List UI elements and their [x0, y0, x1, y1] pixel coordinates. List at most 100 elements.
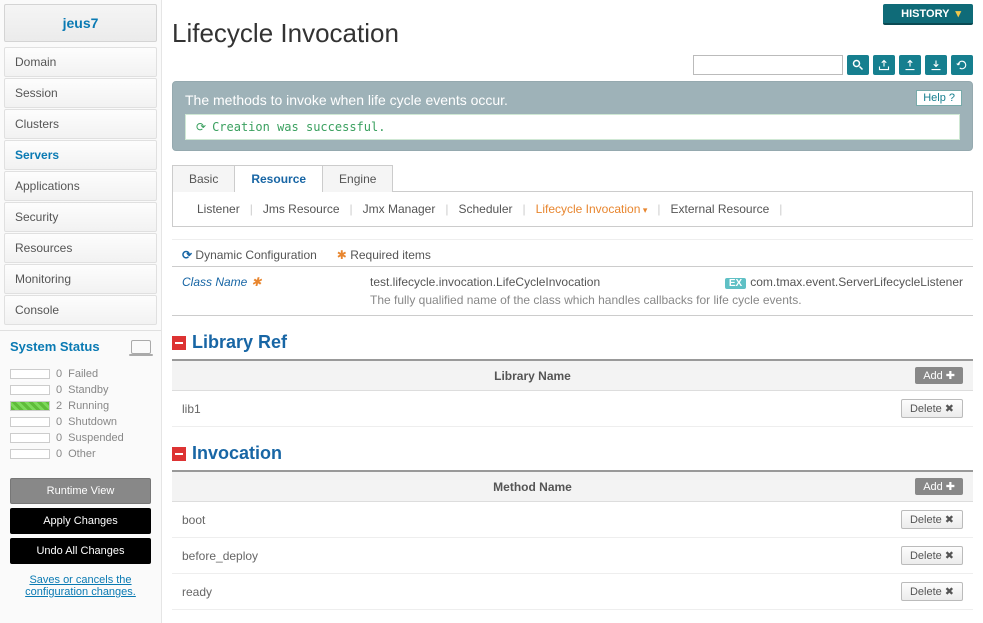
class-name-field: Class Name ✱ test.lifecycle.invocation.L… [172, 266, 973, 316]
library-ref-table-head: Library Name Add ✚ [172, 361, 973, 391]
help-icon: ? [949, 92, 955, 104]
method-name-cell[interactable]: before_deploy [182, 549, 883, 563]
delete-button[interactable]: Delete ✖ [901, 546, 963, 565]
status-row-failed: 0Failed [10, 366, 151, 382]
library-ref-title: Library Ref [192, 332, 287, 353]
status-list: 0Failed0Standby2Running0Shutdown0Suspend… [0, 362, 161, 472]
history-button[interactable]: HISTORY ▾ [883, 4, 973, 25]
delete-button[interactable]: Delete ✖ [901, 582, 963, 601]
system-status-title: System Status [10, 339, 100, 354]
table-row: ready Delete ✖ [172, 574, 973, 610]
apply-changes-button[interactable]: Apply Changes [10, 508, 151, 534]
status-row-standby: 0Standby [10, 382, 151, 398]
library-name-header: Library Name [182, 369, 883, 383]
nav-item-console[interactable]: Console [4, 295, 157, 325]
help-button[interactable]: Help ? [916, 90, 962, 106]
invocation-title: Invocation [192, 443, 282, 464]
nav-item-applications[interactable]: Applications [4, 171, 157, 201]
nav-item-monitoring[interactable]: Monitoring [4, 264, 157, 294]
class-name-desc: The fully qualified name of the class wh… [370, 293, 963, 307]
delete-icon: ✖ [945, 402, 954, 415]
required-icon: ✱ [251, 275, 261, 307]
class-name-value: test.lifecycle.invocation.LifeCycleInvoc… [370, 275, 600, 289]
chevron-down-icon: ▾ [955, 7, 961, 20]
nav-item-domain[interactable]: Domain [4, 47, 157, 77]
table-row: lib1 Delete ✖ [172, 391, 973, 427]
toolbar [172, 55, 973, 81]
status-bar-icon [10, 401, 50, 411]
status-row-other: 0Other [10, 446, 151, 462]
subnav-lifecycle-invocation[interactable]: Lifecycle Invocation [532, 202, 652, 216]
status-bar-icon [10, 433, 50, 443]
subnav-scheduler[interactable]: Scheduler [454, 202, 516, 216]
invocation-table-head: Method Name Add ✚ [172, 472, 973, 502]
dynamic-icon: ⟳ [182, 248, 192, 262]
invocation-heading: Invocation [172, 427, 973, 470]
invocation-add-button[interactable]: Add ✚ [915, 478, 963, 495]
subnav-jms-resource[interactable]: Jms Resource [259, 202, 344, 216]
delete-icon: ✖ [945, 549, 954, 562]
example-tag: EX [725, 278, 746, 289]
invocation-table: Method Name Add ✚ boot Delete ✖ before_dep… [172, 470, 973, 610]
method-name-header: Method Name [182, 480, 883, 494]
export-icon[interactable] [873, 55, 895, 75]
method-name-cell[interactable]: ready [182, 585, 883, 599]
plus-icon: ✚ [946, 369, 955, 382]
search-input[interactable] [693, 55, 843, 75]
success-message: ⟳ Creation was successful. [185, 114, 960, 140]
library-ref-table: Library Name Add ✚ lib1 Delete ✖ [172, 359, 973, 427]
collapse-icon[interactable] [172, 447, 186, 461]
subnav: Listener|Jms Resource|Jmx Manager|Schedu… [172, 191, 973, 227]
nav-item-security[interactable]: Security [4, 202, 157, 232]
table-row: boot Delete ✖ [172, 502, 973, 538]
save-note[interactable]: Saves or cancels the configuration chang… [10, 568, 151, 604]
library-add-button[interactable]: Add ✚ [915, 367, 963, 384]
dynamic-config-label: ⟳ Dynamic Configuration [182, 248, 317, 262]
nav-list: DomainSessionClustersServersApplications… [0, 46, 161, 326]
class-name-label: Class Name ✱ [182, 275, 362, 307]
subnav-external-resource[interactable]: External Resource [667, 202, 774, 216]
tab-resource[interactable]: Resource [234, 165, 323, 192]
subnav-listener[interactable]: Listener [193, 202, 244, 216]
info-banner: The methods to invoke when life cycle ev… [172, 81, 973, 151]
undo-changes-button[interactable]: Undo All Changes [10, 538, 151, 564]
status-row-running: 2Running [10, 398, 151, 414]
tab-basic[interactable]: Basic [172, 165, 235, 192]
collapse-icon[interactable] [172, 336, 186, 350]
search-icon[interactable] [847, 55, 869, 75]
xml-upload-icon[interactable] [899, 55, 921, 75]
status-bar-icon [10, 449, 50, 459]
system-status-header: System Status [0, 330, 161, 362]
config-legend: ⟳ Dynamic Configuration ✱ Required items [172, 239, 973, 266]
banner-text: The methods to invoke when life cycle ev… [185, 92, 508, 108]
library-ref-heading: Library Ref [172, 316, 973, 359]
method-name-cell[interactable]: boot [182, 513, 883, 527]
nav-item-session[interactable]: Session [4, 78, 157, 108]
delete-button[interactable]: Delete ✖ [901, 510, 963, 529]
runtime-view-button[interactable]: Runtime View [10, 478, 151, 504]
class-name-example: EXcom.tmax.event.ServerLifecycleListener [725, 275, 963, 289]
library-name-cell[interactable]: lib1 [182, 402, 883, 416]
tabs: BasicResourceEngine [172, 165, 973, 192]
nav-item-servers[interactable]: Servers [4, 140, 157, 170]
nav-item-clusters[interactable]: Clusters [4, 109, 157, 139]
xml-download-icon[interactable] [925, 55, 947, 75]
refresh-small-icon: ⟳ [196, 120, 206, 134]
nav-item-resources[interactable]: Resources [4, 233, 157, 263]
main-content: HISTORY ▾ Lifecycle Invocation The metho… [162, 0, 983, 623]
tab-engine[interactable]: Engine [322, 165, 393, 192]
sidebar: jeus7 DomainSessionClustersServersApplic… [0, 0, 162, 623]
status-bar-icon [10, 369, 50, 379]
refresh-icon[interactable] [951, 55, 973, 75]
sidebar-button-stack: Runtime View Apply Changes Undo All Chan… [0, 472, 161, 610]
status-row-shutdown: 0Shutdown [10, 414, 151, 430]
delete-button[interactable]: Delete ✖ [901, 399, 963, 418]
delete-icon: ✖ [945, 585, 954, 598]
subnav-jmx-manager[interactable]: Jmx Manager [359, 202, 440, 216]
page-title: Lifecycle Invocation [172, 0, 973, 55]
plus-icon: ✚ [946, 480, 955, 493]
required-items-label: ✱ Required items [337, 248, 431, 262]
brand-logo[interactable]: jeus7 [4, 4, 157, 42]
required-icon: ✱ [337, 248, 347, 262]
laptop-icon [131, 340, 151, 354]
